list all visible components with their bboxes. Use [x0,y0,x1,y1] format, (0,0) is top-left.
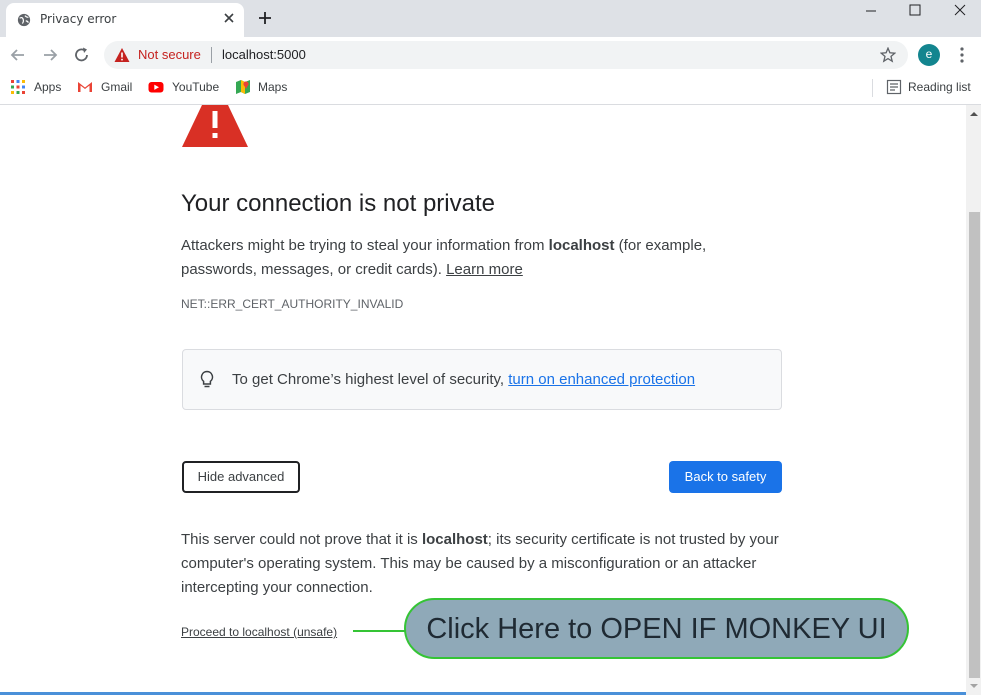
learn-more-link[interactable]: Learn more [446,261,523,278]
close-window-icon[interactable] [947,2,973,20]
scrollbar-thumb[interactable] [969,212,980,678]
globe-icon [17,13,31,27]
tip-text: To get Chrome’s highest level of securit… [232,371,695,388]
address-bar[interactable]: Not secure localhost:5000 [104,41,908,69]
reading-list-label: Reading list [908,80,971,94]
scroll-down-arrow-icon[interactable] [970,682,978,690]
not-secure-label[interactable]: Not secure [138,47,201,62]
tab-title: Privacy error [40,12,117,26]
profile-avatar[interactable]: e [918,44,940,66]
maximize-icon[interactable] [902,2,928,20]
minimize-icon[interactable] [858,2,884,20]
bookmark-youtube[interactable]: YouTube [148,79,223,97]
bookmark-maps[interactable]: Maps [235,79,293,97]
reading-list-button[interactable]: Reading list [886,79,976,97]
intro-host: localhost [548,237,615,254]
error-code: NET::ERR_CERT_AUTHORITY_INVALID [181,297,404,311]
bookmark-gmail[interactable]: Gmail [77,79,137,97]
callout-banner: Click Here to OPEN IF MONKEY UI [404,598,909,659]
forward-arrow-icon[interactable] [40,45,60,65]
omnibox-divider [211,47,212,63]
bookmark-star-icon[interactable] [880,47,896,63]
intro-paragraph: Attackers might be trying to steal your … [181,234,781,282]
back-to-safety-button[interactable]: Back to safety [669,461,782,493]
bookmark-label: YouTube [172,80,220,94]
details-paragraph: This server could not prove that it is l… [181,528,791,600]
back-arrow-icon[interactable] [8,45,28,65]
bookmark-apps[interactable]: Apps [10,79,65,97]
enhanced-protection-tip: To get Chrome’s highest level of securit… [182,349,782,410]
bookmark-label: Gmail [101,80,133,94]
toolbar: Not secure localhost:5000 e [0,37,981,73]
gmail-icon [78,82,92,92]
bookmarks-divider [872,79,873,97]
tab-strip: Privacy error [0,0,981,37]
details-host: localhost [421,531,488,548]
apps-grid-icon [11,80,25,94]
danger-warning-icon [182,105,248,147]
intro-text-prefix: Attackers might be trying to steal your … [181,237,549,254]
reload-icon[interactable] [72,45,92,65]
proceed-unsafe-link[interactable]: Proceed to localhost (unsafe) [181,625,337,639]
enhanced-protection-link[interactable]: turn on enhanced protection [508,371,695,388]
warning-triangle-icon[interactable] [114,47,130,63]
tab-privacy-error[interactable]: Privacy error [6,3,244,37]
new-tab-plus-icon[interactable] [257,10,273,26]
youtube-icon [148,82,164,93]
reading-list-icon [886,79,902,95]
callout-pointer-line [353,630,409,632]
bookmarks-bar: Apps Gmail YouTube Maps Reading list [0,73,981,105]
page-heading: Your connection is not private [181,190,495,217]
more-menu-icon[interactable] [953,46,971,64]
hide-advanced-button[interactable]: Hide advanced [182,461,300,493]
bookmark-label: Maps [258,80,288,94]
details-text-prefix: This server could not prove that it is [181,531,422,548]
bookmark-label: Apps [34,80,62,94]
close-tab-icon[interactable] [220,9,238,27]
maps-icon [236,80,250,94]
lightbulb-icon [200,370,214,388]
scroll-up-arrow-icon[interactable] [970,110,978,118]
tip-text-prefix: To get Chrome’s highest level of securit… [232,371,509,388]
url-text[interactable]: localhost:5000 [222,47,306,62]
